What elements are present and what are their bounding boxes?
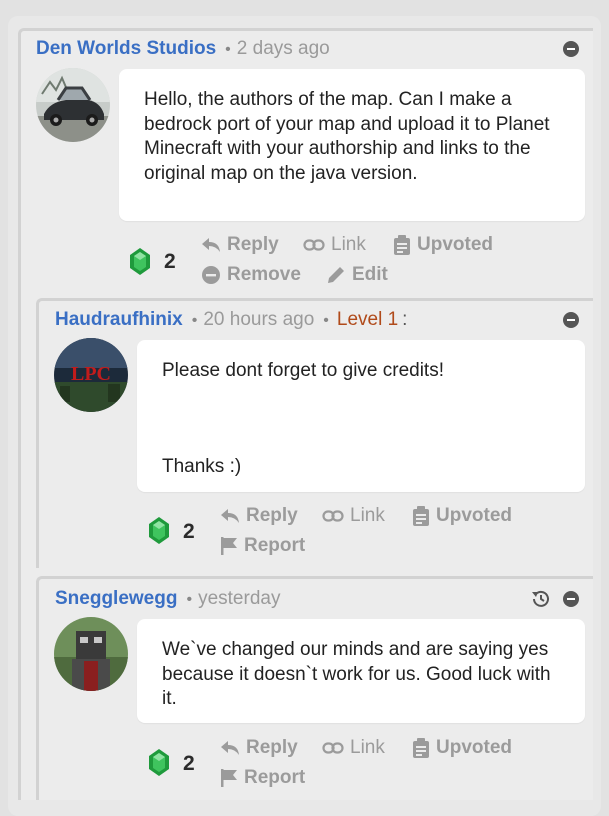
link-button[interactable]: Link — [322, 505, 385, 527]
upvoted-button[interactable]: Upvoted — [412, 737, 512, 759]
history-icon[interactable] — [530, 588, 552, 610]
reply-label: Reply — [227, 234, 279, 255]
collapse-icon[interactable] — [563, 591, 579, 607]
svg-text:LPC: LPC — [71, 363, 111, 385]
score-count: 2 — [183, 520, 195, 543]
emerald-icon[interactable] — [130, 248, 150, 275]
remove-label: Remove — [227, 264, 301, 285]
reply-button[interactable]: Reply — [220, 737, 298, 759]
reply-button[interactable]: Reply — [220, 505, 298, 527]
timestamp[interactable]: 2 days ago — [237, 38, 330, 60]
score-count: 2 — [164, 250, 176, 273]
upvoted-label: Upvoted — [436, 505, 512, 526]
link-button[interactable]: Link — [303, 234, 366, 256]
edit-button[interactable]: Edit — [326, 264, 388, 286]
flag-icon — [221, 769, 237, 787]
clipboard-icon — [394, 235, 410, 255]
separator-dot: • — [225, 41, 231, 58]
link-icon — [322, 510, 344, 522]
upvoted-label: Upvoted — [417, 234, 493, 255]
level-badge: Level 1 — [336, 309, 399, 330]
remove-icon — [202, 266, 220, 284]
flag-icon — [221, 537, 237, 555]
avatar[interactable] — [36, 68, 110, 142]
report-button[interactable]: Report — [220, 535, 305, 557]
comment-header: Haudraufhinix • 20 hours ago • Level 1 : — [55, 309, 407, 331]
link-label: Link — [350, 737, 385, 758]
comment-text: We`ve changed our minds and are saying y… — [162, 639, 551, 709]
link-icon — [322, 742, 344, 754]
edit-label: Edit — [352, 264, 388, 285]
reply-label: Reply — [246, 737, 298, 758]
comment-text-line: Please dont forget to give credits! — [162, 360, 444, 381]
upvoted-label: Upvoted — [436, 737, 512, 758]
reply-icon — [221, 741, 239, 755]
upvoted-button[interactable]: Upvoted — [412, 505, 512, 527]
link-label: Link — [331, 234, 366, 255]
report-button[interactable]: Report — [220, 767, 305, 789]
comment-header: Snegglewegg • yesterday — [55, 588, 280, 610]
link-button[interactable]: Link — [322, 737, 385, 759]
separator-dot: • — [323, 312, 329, 329]
comment-body: We`ve changed our minds and are saying y… — [137, 619, 585, 723]
report-label: Report — [244, 767, 306, 788]
collapse-icon[interactable] — [563, 41, 579, 57]
clipboard-icon — [413, 506, 429, 526]
timestamp[interactable]: yesterday — [198, 588, 280, 610]
link-label: Link — [350, 505, 385, 526]
level-colon: : — [402, 309, 408, 330]
comment-body: Hello, the authors of the map. Can I mak… — [119, 69, 585, 221]
separator-dot: • — [186, 591, 193, 608]
comment-text-line: Thanks :) — [162, 455, 242, 477]
comment-text: Hello, the authors of the map. Can I mak… — [144, 89, 550, 184]
separator-dot: • — [191, 312, 198, 329]
author-link[interactable]: Snegglewegg — [55, 588, 177, 610]
timestamp[interactable]: 20 hours ago — [203, 309, 314, 331]
reply-icon — [221, 509, 239, 523]
reply-button[interactable]: Reply — [201, 234, 279, 256]
clipboard-icon — [413, 738, 429, 758]
emerald-icon[interactable] — [149, 749, 169, 776]
comment-header: Den Worlds Studios • 2 days ago — [36, 38, 330, 60]
author-link[interactable]: Haudraufhinix — [55, 309, 183, 331]
report-label: Report — [244, 535, 306, 556]
author-link[interactable]: Den Worlds Studios — [36, 38, 216, 60]
score-count: 2 — [183, 752, 195, 775]
collapse-icon[interactable] — [563, 312, 579, 328]
comment-body: Please dont forget to give credits! Than… — [137, 340, 585, 492]
link-icon — [303, 239, 325, 251]
upvoted-button[interactable]: Upvoted — [393, 234, 493, 256]
emerald-icon[interactable] — [149, 517, 169, 544]
remove-button[interactable]: Remove — [201, 264, 301, 286]
avatar[interactable] — [54, 617, 128, 691]
reply-icon — [202, 238, 220, 252]
pencil-icon — [328, 267, 344, 283]
reply-label: Reply — [246, 505, 298, 526]
avatar[interactable]: LPC — [54, 338, 128, 412]
